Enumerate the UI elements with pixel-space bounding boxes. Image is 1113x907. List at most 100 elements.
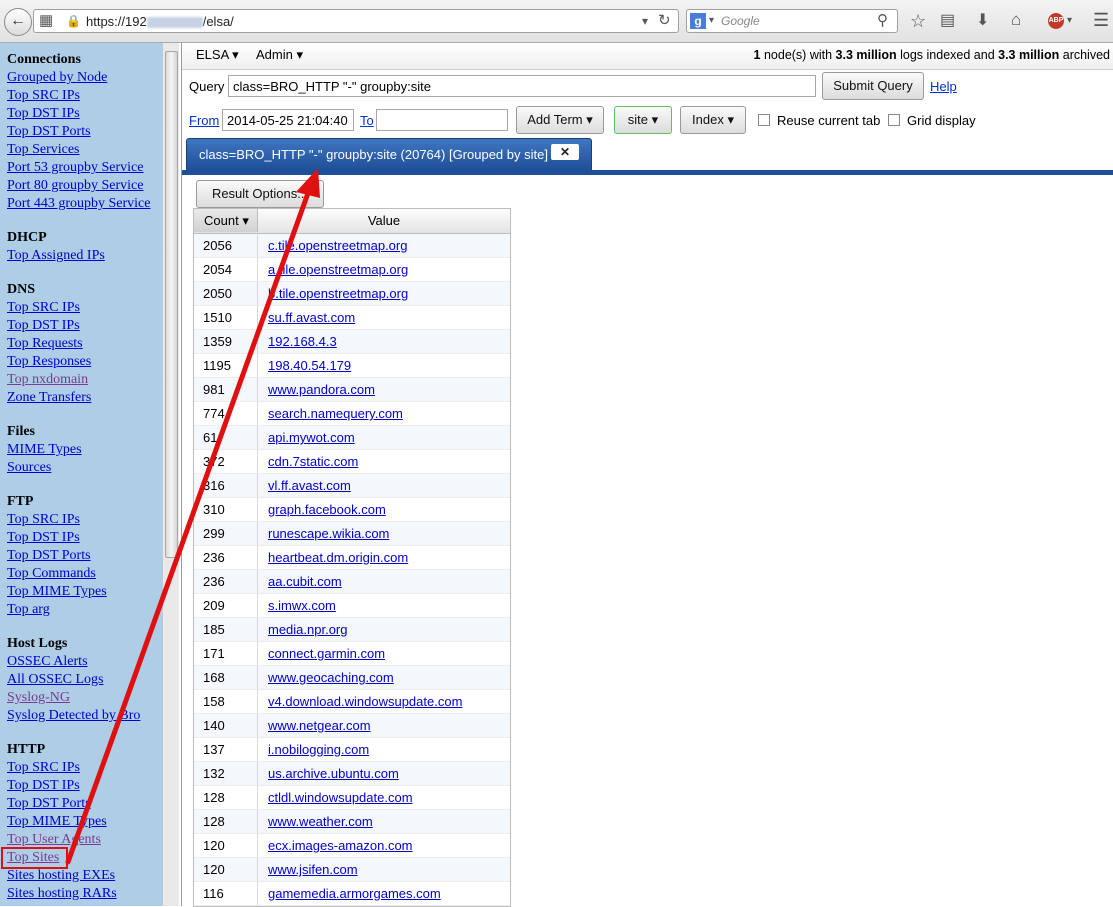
from-link[interactable]: From (189, 113, 219, 128)
site-link[interactable]: v4.download.windowsupdate.com (268, 690, 462, 713)
sidebar-link[interactable]: Top SRC IPs (0, 299, 162, 317)
result-options-button[interactable]: Result Options... (196, 180, 324, 208)
sidebar-link[interactable]: Top SRC IPs (0, 759, 162, 777)
site-link[interactable]: aa.cubit.com (268, 570, 342, 593)
site-link[interactable]: ecx.images-amazon.com (268, 834, 413, 857)
sidebar-link[interactable]: Top DST Ports (0, 547, 162, 565)
sidebar-link[interactable]: Syslog-NG (0, 689, 162, 707)
site-link[interactable]: www.weather.com (268, 810, 373, 833)
url-bar[interactable]: ▦ 🔒 https://192/elsa/ ▾ ↻ (33, 9, 679, 33)
download-icon[interactable]: ⬇ (976, 12, 989, 30)
submit-query-button[interactable]: Submit Query (822, 72, 924, 100)
to-link[interactable]: To (360, 113, 374, 128)
count-column-header[interactable]: Count ▾ (194, 209, 258, 232)
site-link[interactable]: c.tile.openstreetmap.org (268, 234, 407, 257)
index-button[interactable]: Index ▾ (680, 106, 746, 134)
sidebar-link[interactable]: Top DST IPs (0, 777, 162, 795)
site-link[interactable]: b.tile.openstreetmap.org (268, 282, 408, 305)
site-link[interactable]: www.pandora.com (268, 378, 375, 401)
sidebar-link[interactable]: Top SRC IPs (0, 87, 162, 105)
sidebar-link[interactable]: Grouped by Node (0, 69, 162, 87)
query-input[interactable] (228, 75, 816, 97)
site-link[interactable]: 198.40.54.179 (268, 354, 351, 377)
sidebar-link[interactable]: Top SRC IPs (0, 511, 162, 529)
from-input[interactable] (222, 109, 354, 131)
sidebar-link[interactable]: Top MIME Types (0, 583, 162, 601)
sidebar-link[interactable]: MIME Types (0, 441, 162, 459)
sidebar-link[interactable]: Top Assigned IPs (0, 247, 162, 265)
sidebar-link[interactable]: Top MIME Types (0, 813, 162, 831)
site-identity-icon[interactable]: ▦ (39, 12, 53, 30)
site-link[interactable]: ctldl.windowsupdate.com (268, 786, 413, 809)
site-link[interactable]: api.mywot.com (268, 426, 355, 449)
site-link[interactable]: vl.ff.avast.com (268, 474, 351, 497)
sidebar-link[interactable]: Top Responses (0, 353, 162, 371)
site-link[interactable]: i.nobilogging.com (268, 738, 369, 761)
site-link[interactable]: 192.168.4.3 (268, 330, 337, 353)
site-link[interactable]: www.geocaching.com (268, 666, 394, 689)
bookmarks-list-icon[interactable]: ▤ (940, 12, 955, 30)
sidebar-link[interactable]: Top User Agents (0, 831, 162, 849)
google-icon[interactable]: g (690, 13, 706, 29)
site-link[interactable]: heartbeat.dm.origin.com (268, 546, 408, 569)
site-link[interactable]: gamemedia.armorgames.com (268, 882, 441, 905)
search-icon[interactable]: ⚲ (877, 12, 888, 30)
sidebar-link[interactable]: Syslog Detected by Bro (0, 707, 162, 725)
sidebar-link[interactable]: Sources (0, 459, 162, 477)
sidebar-link-top-sites[interactable]: Top Sites (1, 847, 68, 869)
result-tab[interactable]: class=BRO_HTTP "-" groupby:site (20764) … (186, 138, 592, 170)
sidebar-link[interactable]: All OSSEC Logs (0, 671, 162, 689)
close-icon[interactable]: ✕ (551, 144, 579, 160)
help-link[interactable]: Help (930, 79, 957, 94)
reuse-tab-checkbox[interactable] (758, 114, 770, 126)
sidebar-link[interactable]: Port 443 groupby Service (0, 195, 162, 213)
sidebar-link[interactable]: Port 80 groupby Service (0, 177, 162, 195)
search-engine-dropdown-icon[interactable]: ▾ (709, 12, 714, 30)
elsa-menu[interactable]: ELSA ▾ (196, 47, 239, 63)
groupby-select[interactable]: site ▾ (614, 106, 672, 134)
site-link[interactable]: us.archive.ubuntu.com (268, 762, 399, 785)
home-icon[interactable]: ⌂ (1011, 11, 1021, 29)
back-arrow-icon[interactable]: ← (4, 8, 32, 36)
search-bar[interactable]: g ▾ Google ⚲ (686, 9, 898, 33)
value-column-header[interactable]: Value (258, 209, 510, 232)
sidebar-link[interactable]: Top DST IPs (0, 105, 162, 123)
sidebar-link[interactable]: Top Requests (0, 335, 162, 353)
sidebar-link[interactable]: OSSEC Alerts (0, 653, 162, 671)
sidebar-link[interactable]: Sites hosting EXEs (0, 867, 162, 885)
site-link[interactable]: search.namequery.com (268, 402, 403, 425)
sidebar-link[interactable]: Top nxdomain (0, 371, 162, 389)
site-link[interactable]: www.netgear.com (268, 714, 371, 737)
site-link[interactable]: graph.facebook.com (268, 498, 386, 521)
admin-menu[interactable]: Admin ▾ (256, 47, 303, 63)
reload-icon[interactable]: ↻ (658, 12, 671, 30)
site-link[interactable]: a.tile.openstreetmap.org (268, 258, 408, 281)
site-link[interactable]: s.imwx.com (268, 594, 336, 617)
sidebar-link[interactable]: Top arg (0, 601, 162, 619)
site-link[interactable]: cdn.7static.com (268, 450, 358, 473)
scrollbar-thumb[interactable] (165, 51, 178, 558)
sidebar-link[interactable]: Top DST Ports (0, 795, 162, 813)
menu-icon[interactable]: ☰ (1093, 11, 1109, 29)
to-input[interactable] (376, 109, 508, 131)
add-term-button[interactable]: Add Term ▾ (516, 106, 604, 134)
site-link[interactable]: media.npr.org (268, 618, 348, 641)
adblock-dropdown-icon[interactable]: ▾ (1067, 12, 1072, 30)
site-link[interactable]: su.ff.avast.com (268, 306, 355, 329)
sidebar-link[interactable]: Top Commands (0, 565, 162, 583)
sidebar-scrollbar[interactable] (162, 43, 179, 906)
site-link[interactable]: runescape.wikia.com (268, 522, 389, 545)
sidebar-link[interactable]: Top Services (0, 141, 162, 159)
grid-display-checkbox[interactable] (888, 114, 900, 126)
sidebar-link[interactable]: Zone Transfers (0, 389, 162, 407)
sidebar-link[interactable]: Port 53 groupby Service (0, 159, 162, 177)
bookmark-star-icon[interactable]: ☆ (910, 12, 926, 30)
dropdown-arrow-icon[interactable]: ▾ (642, 12, 648, 30)
adblock-icon[interactable]: ABP (1048, 13, 1064, 29)
sidebar-link[interactable]: Top DST IPs (0, 317, 162, 335)
sidebar-link[interactable]: Sites hosting RARs (0, 885, 162, 903)
site-link[interactable]: www.jsifen.com (268, 858, 358, 881)
site-link[interactable]: connect.garmin.com (268, 642, 385, 665)
sidebar-link[interactable]: Top DST Ports (0, 123, 162, 141)
sidebar-link[interactable]: Top DST IPs (0, 529, 162, 547)
